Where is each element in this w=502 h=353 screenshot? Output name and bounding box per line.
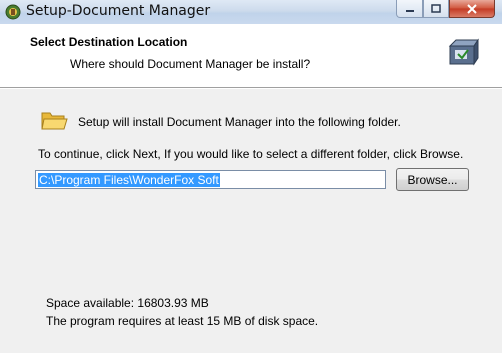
browse-button[interactable]: Browse... — [396, 168, 469, 191]
title-bar[interactable]: Setup-Document Manager — [0, 0, 502, 25]
app-icon[interactable] — [5, 4, 21, 20]
space-available-text: Space available: 16803.93 MB — [46, 296, 209, 310]
maximize-icon — [431, 4, 441, 13]
instruction-text: To continue, click Next, If you would li… — [38, 147, 464, 161]
close-icon — [467, 3, 477, 14]
window-title: Setup-Document Manager — [26, 3, 211, 19]
close-button[interactable] — [449, 0, 495, 18]
folder-icon — [40, 108, 68, 132]
minimize-button[interactable] — [396, 0, 423, 18]
destination-path-input[interactable]: C:\Program Files\WonderFox Soft — [35, 170, 386, 189]
destination-path-value: C:\Program Files\WonderFox Soft — [38, 173, 220, 187]
space-required-text: The program requires at least 15 MB of d… — [46, 314, 319, 328]
intro-text: Setup will install Document Manager into… — [78, 115, 401, 129]
header-divider — [0, 88, 502, 89]
minimize-icon — [405, 9, 414, 12]
install-box-icon — [446, 36, 480, 68]
page-subtitle: Where should Document Manager be install… — [70, 57, 311, 71]
page-title: Select Destination Location — [30, 35, 188, 49]
wizard-header: Select Destination Location Where should… — [0, 24, 502, 88]
maximize-button[interactable] — [423, 0, 449, 18]
